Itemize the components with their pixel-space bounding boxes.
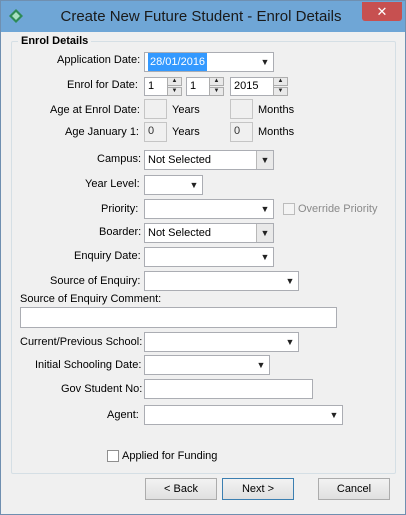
gov-student-no-label: Gov Student No: (61, 383, 143, 395)
back-button[interactable]: < Back (145, 478, 217, 500)
age-enrol-years-field (144, 99, 167, 119)
year-level-select[interactable]: ▼ (144, 175, 203, 195)
agent-label: Agent: (107, 409, 139, 421)
chevron-down-icon[interactable]: ▼ (282, 272, 298, 290)
chevron-down-icon[interactable]: ▼ (282, 333, 298, 351)
enrol-year-field[interactable]: 2015 (230, 77, 274, 96)
initial-schooling-date-picker[interactable]: ▼ (144, 355, 270, 375)
age-at-enrol-label: Age at Enrol Date: (50, 104, 140, 116)
override-priority-label: Override Priority (298, 203, 378, 215)
close-button[interactable]: ✕ (362, 2, 402, 21)
application-date-label: Application Date: (57, 54, 141, 66)
chevron-down-icon[interactable]: ▼ (186, 176, 202, 194)
source-comment-label: Source of Enquiry Comment: (20, 293, 162, 305)
age-jan1-months-field: 0 (230, 122, 253, 142)
priority-label: Priority: (101, 203, 139, 215)
chevron-down-icon[interactable]: ▼ (326, 406, 342, 424)
enquiry-date-picker[interactable]: ▼ (144, 247, 274, 267)
campus-label: Campus: (97, 153, 142, 165)
spin-down-icon[interactable]: ▼ (167, 87, 182, 96)
boarder-value: Not Selected (148, 227, 211, 239)
source-of-enquiry-label: Source of Enquiry: (50, 275, 141, 287)
applied-for-funding-checkbox[interactable] (107, 450, 119, 462)
current-school-label: Current/Previous School: (20, 336, 143, 348)
agent-select[interactable]: ▼ (144, 405, 343, 425)
spin-up-icon[interactable]: ▲ (167, 77, 182, 86)
years-label: Years (172, 104, 200, 116)
current-school-select[interactable]: ▼ (144, 332, 299, 352)
gov-student-no-field[interactable] (144, 379, 313, 399)
chevron-down-icon[interactable]: ▼ (256, 151, 273, 169)
override-priority-checkbox[interactable] (283, 203, 295, 215)
application-date-picker[interactable]: 28/01/2016 ▼ (144, 52, 274, 72)
cancel-button[interactable]: Cancel (318, 478, 390, 500)
chevron-down-icon[interactable]: ▼ (253, 356, 269, 374)
application-date-value: 28/01/2016 (148, 53, 208, 71)
age-jan1-label: Age January 1: (65, 126, 139, 138)
age-jan1-years-field: 0 (144, 122, 167, 142)
spin-down-icon[interactable]: ▼ (273, 87, 288, 96)
enquiry-date-label: Enquiry Date: (74, 250, 141, 262)
spin-up-icon[interactable]: ▲ (273, 77, 288, 86)
title-bar[interactable]: Create New Future Student - Enrol Detail… (1, 1, 405, 32)
campus-value: Not Selected (148, 154, 211, 166)
months-label: Months (258, 104, 295, 116)
initial-schooling-date-label: Initial Schooling Date: (35, 359, 142, 371)
age-enrol-months-field (230, 99, 253, 119)
source-comment-field[interactable] (20, 307, 337, 328)
chevron-down-icon[interactable]: ▼ (257, 248, 273, 266)
group-title: Enrol Details (18, 35, 92, 47)
chevron-down-icon[interactable]: ▼ (257, 200, 273, 218)
year-level-label: Year Level: (85, 178, 140, 190)
chevron-down-icon[interactable]: ▼ (256, 224, 273, 242)
next-button[interactable]: Next > (222, 478, 294, 500)
enrol-month-field[interactable]: 1 (186, 77, 210, 96)
chevron-down-icon[interactable]: ▼ (257, 53, 273, 71)
boarder-label: Boarder: (99, 226, 142, 238)
enrol-day-field[interactable]: 1 (144, 77, 168, 96)
applied-for-funding-label: Applied for Funding (122, 450, 218, 462)
window-title: Create New Future Student - Enrol Detail… (60, 8, 342, 25)
spin-down-icon[interactable]: ▼ (209, 87, 224, 96)
app-icon (9, 9, 23, 23)
enrol-month-stepper[interactable]: ▲ ▼ (209, 77, 224, 96)
months-label: Months (258, 126, 295, 138)
campus-select[interactable]: Not Selected ▼ (144, 150, 274, 170)
source-of-enquiry-select[interactable]: ▼ (144, 271, 299, 291)
enrol-day-stepper[interactable]: ▲ ▼ (167, 77, 182, 96)
priority-select[interactable]: ▼ (144, 199, 274, 219)
enrol-year-stepper[interactable]: ▲ ▼ (273, 77, 288, 96)
close-icon: ✕ (376, 4, 388, 19)
spin-up-icon[interactable]: ▲ (209, 77, 224, 86)
years-label: Years (172, 126, 200, 138)
boarder-select[interactable]: Not Selected ▼ (144, 223, 274, 243)
enrol-for-date-label: Enrol for Date: (67, 79, 138, 91)
